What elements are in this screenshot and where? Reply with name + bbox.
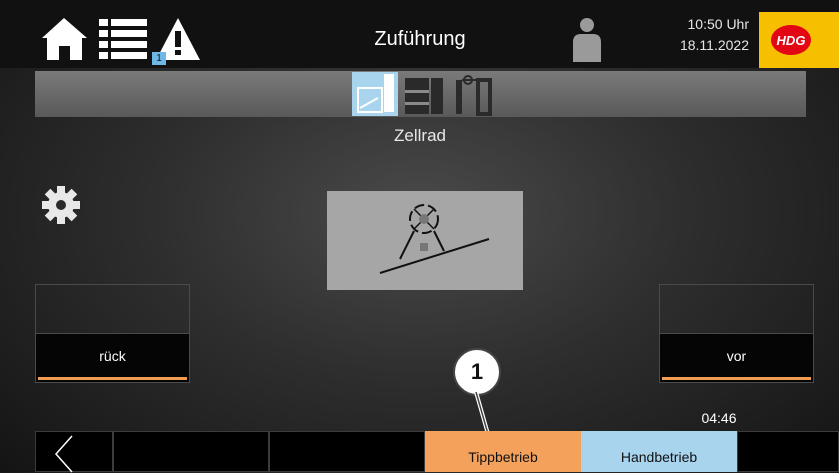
reverse-button-indicator: [38, 377, 187, 380]
clock-time: 10:50 Uhr: [687, 16, 749, 32]
chevron-left-icon: [54, 435, 73, 473]
logo-text: HDG: [776, 33, 806, 48]
top-bar: 1 Zuführung 10:50 Uhr 18.11.2022 HDG: [0, 0, 839, 68]
countdown-timer: 04:46: [701, 410, 737, 426]
tipp-mode-button[interactable]: Tippbetrieb: [425, 431, 581, 472]
gear-icon[interactable]: [42, 186, 80, 224]
list-icon[interactable]: [99, 19, 147, 59]
cell-wheel-diagram: [327, 191, 523, 290]
hand-mode-label: Handbetrieb: [620, 449, 698, 465]
bottom-slot-3[interactable]: [269, 431, 425, 472]
tipp-mode-label: Tippbetrieb: [468, 449, 538, 465]
back-button[interactable]: [35, 431, 113, 473]
user-icon[interactable]: [570, 18, 604, 62]
hdg-logo: HDG: [759, 12, 839, 68]
forward-button-indicator: [662, 377, 811, 380]
section-title: Zellrad: [394, 126, 446, 145]
home-icon[interactable]: [42, 18, 87, 60]
menu-strip: [35, 71, 806, 117]
reverse-button-label: rück: [99, 348, 126, 364]
reverse-button[interactable]: rück: [35, 284, 190, 383]
bottom-bar: Tippbetrieb Handbetrieb: [35, 431, 839, 473]
datetime: 10:50 Uhr 18.11.2022: [680, 14, 749, 56]
hand-mode-button[interactable]: Handbetrieb: [581, 431, 737, 472]
discharge-icon[interactable]: [450, 72, 496, 116]
alarm-count-badge: 1: [152, 52, 166, 65]
bottom-slot-6[interactable]: [737, 431, 839, 472]
forward-button[interactable]: vor: [659, 284, 814, 383]
feeder-icon[interactable]: [352, 72, 398, 116]
forward-button-label: vor: [726, 348, 747, 364]
storage-icon[interactable]: [401, 72, 447, 116]
bottom-slot-2[interactable]: [113, 431, 269, 472]
callout-marker: 1: [453, 348, 501, 396]
clock-date: 18.11.2022: [679, 37, 749, 53]
page-title: Zuführung: [374, 28, 466, 50]
callout-pointer: [474, 391, 492, 435]
